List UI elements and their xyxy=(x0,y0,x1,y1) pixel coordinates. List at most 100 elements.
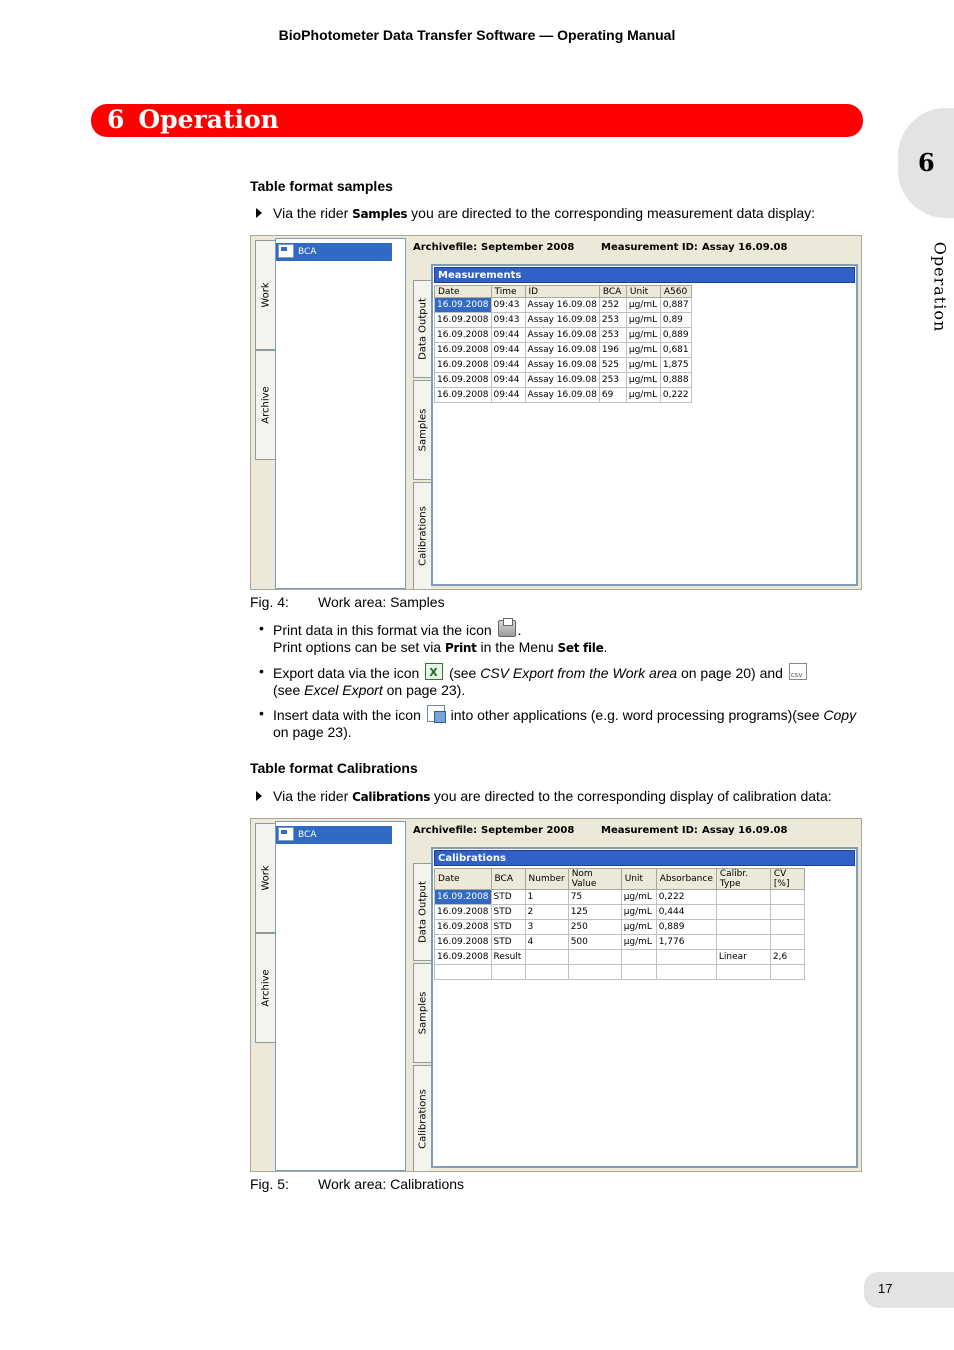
table-cell[interactable] xyxy=(715,919,771,935)
table-cell[interactable]: 0,681 xyxy=(659,342,692,358)
tab-calibrations[interactable]: Calibrations xyxy=(413,1065,431,1171)
table-cell[interactable]: STD xyxy=(490,919,526,935)
table-cell[interactable]: STD xyxy=(490,889,526,905)
table-row[interactable]: 16.09.2008 09:43 Assay 16.09.08 252 µg/mL 0,8… xyxy=(434,297,692,313)
table-row[interactable]: 16.09.2008 09:44 Assay 16.09.08 253 µg/mL 0,8… xyxy=(434,327,692,343)
tab-calibrations[interactable]: Calibrations xyxy=(413,482,431,589)
column-header[interactable]: Nom Value xyxy=(567,868,622,890)
table-cell[interactable]: 69 xyxy=(598,387,627,403)
table-cell[interactable]: 253 xyxy=(598,312,627,328)
table-row[interactable]: 16.09.2008 STD 2 125 µg/mL 0,444 xyxy=(434,904,805,920)
table-cell[interactable] xyxy=(620,964,657,980)
table-cell[interactable]: 09:44 xyxy=(490,342,526,358)
column-header[interactable]: Calibr. Type xyxy=(715,868,771,890)
table-cell[interactable]: µg/mL xyxy=(625,327,661,343)
table-cell[interactable] xyxy=(524,964,569,980)
column-header[interactable]: CV [%] xyxy=(769,868,805,890)
table-cell[interactable]: 16.09.2008 xyxy=(434,357,492,373)
table-cell[interactable]: µg/mL xyxy=(625,297,661,313)
table-row[interactable]: 16.09.2008 09:44 Assay 16.09.08 253 µg/mL 0,8… xyxy=(434,372,692,388)
table-cell[interactable]: 16.09.2008 xyxy=(434,934,492,950)
table-cell[interactable]: 500 xyxy=(567,934,622,950)
table-cell[interactable]: Assay 16.09.08 xyxy=(524,297,600,313)
table-cell[interactable]: µg/mL xyxy=(625,342,661,358)
table-row[interactable]: 16.09.2008 09:43 Assay 16.09.08 253 µg/mL 0,8… xyxy=(434,312,692,328)
tab-work[interactable]: Work xyxy=(255,823,275,933)
table-cell[interactable]: 252 xyxy=(598,297,627,313)
table-cell[interactable]: 16.09.2008 xyxy=(434,297,492,313)
table-cell[interactable] xyxy=(655,949,717,965)
table-cell[interactable] xyxy=(769,889,805,905)
table-cell[interactable]: µg/mL xyxy=(620,919,657,935)
table-cell[interactable]: 16.09.2008 xyxy=(434,342,492,358)
table-cell[interactable]: 4 xyxy=(524,934,569,950)
table-cell[interactable]: 0,444 xyxy=(655,904,717,920)
column-header[interactable]: ID xyxy=(524,285,600,298)
column-header[interactable]: Time xyxy=(490,285,526,298)
table-cell[interactable] xyxy=(769,919,805,935)
table-cell[interactable]: 0,888 xyxy=(659,372,692,388)
table-cell[interactable]: Assay 16.09.08 xyxy=(524,312,600,328)
tab-data-output[interactable]: Data Output xyxy=(413,280,431,378)
tab-samples[interactable]: Samples xyxy=(413,963,431,1063)
table-cell[interactable] xyxy=(715,889,771,905)
column-header[interactable]: Number xyxy=(524,868,569,890)
table-cell[interactable]: 75 xyxy=(567,889,622,905)
table-cell[interactable]: µg/mL xyxy=(625,312,661,328)
table-cell[interactable]: 0,887 xyxy=(659,297,692,313)
tab-archive[interactable]: Archive xyxy=(255,933,275,1043)
table-cell[interactable]: 09:43 xyxy=(490,312,526,328)
table-cell[interactable] xyxy=(567,949,622,965)
table-cell[interactable]: Linear xyxy=(715,949,771,965)
table-row[interactable]: 16.09.2008 09:44 Assay 16.09.08 69 µg/mL 0,22… xyxy=(434,387,692,403)
table-cell[interactable]: 253 xyxy=(598,327,627,343)
table-cell[interactable]: 09:43 xyxy=(490,297,526,313)
table-cell[interactable]: 16.09.2008 xyxy=(434,387,492,403)
table-cell[interactable] xyxy=(434,964,492,980)
table-row[interactable]: 16.09.2008 Result Linear 2,6 xyxy=(434,949,805,965)
table-cell[interactable]: µg/mL xyxy=(625,372,661,388)
table-cell[interactable]: µg/mL xyxy=(625,387,661,403)
table-cell[interactable] xyxy=(655,964,717,980)
table-cell[interactable]: µg/mL xyxy=(625,357,661,373)
table-cell[interactable]: Assay 16.09.08 xyxy=(524,387,600,403)
tree-item-bca[interactable]: BCA xyxy=(276,243,392,261)
table-cell[interactable]: 2 xyxy=(524,904,569,920)
table-cell[interactable]: 1,875 xyxy=(659,357,692,373)
table-cell[interactable]: 16.09.2008 xyxy=(434,889,492,905)
column-header[interactable]: Unit xyxy=(620,868,657,890)
table-cell[interactable]: 196 xyxy=(598,342,627,358)
table-cell[interactable]: 525 xyxy=(598,357,627,373)
table-cell[interactable]: 16.09.2008 xyxy=(434,904,492,920)
column-header[interactable]: BCA xyxy=(490,868,526,890)
table-cell[interactable]: µg/mL xyxy=(620,889,657,905)
table-row[interactable]: 16.09.2008 STD 4 500 µg/mL 1,776 xyxy=(434,934,805,950)
table-cell[interactable]: 1,776 xyxy=(655,934,717,950)
table-cell[interactable]: 16.09.2008 xyxy=(434,949,492,965)
table-cell[interactable] xyxy=(490,964,526,980)
table-cell[interactable]: 0,889 xyxy=(659,327,692,343)
table-cell[interactable]: 0,222 xyxy=(655,889,717,905)
table-cell[interactable]: Assay 16.09.08 xyxy=(524,327,600,343)
table-cell[interactable]: 2,6 xyxy=(769,949,805,965)
table-cell[interactable]: 0,89 xyxy=(659,312,692,328)
column-header[interactable]: BCA xyxy=(598,285,627,298)
table-cell[interactable] xyxy=(769,904,805,920)
table-cell[interactable]: STD xyxy=(490,904,526,920)
table-cell[interactable]: 125 xyxy=(567,904,622,920)
column-header[interactable]: A560 xyxy=(659,285,692,298)
table-cell[interactable] xyxy=(620,949,657,965)
table-cell[interactable] xyxy=(715,964,771,980)
table-cell[interactable]: 250 xyxy=(567,919,622,935)
table-cell[interactable]: STD xyxy=(490,934,526,950)
table-cell[interactable]: 09:44 xyxy=(490,357,526,373)
table-cell[interactable] xyxy=(715,904,771,920)
table-cell[interactable]: 09:44 xyxy=(490,327,526,343)
table-cell[interactable] xyxy=(567,964,622,980)
table-cell[interactable] xyxy=(769,964,805,980)
table-cell[interactable]: 16.09.2008 xyxy=(434,919,492,935)
table-cell[interactable]: Result xyxy=(490,949,526,965)
table-cell[interactable]: 09:44 xyxy=(490,372,526,388)
column-header[interactable]: Absorbance xyxy=(655,868,717,890)
tab-work[interactable]: Work xyxy=(255,240,275,350)
